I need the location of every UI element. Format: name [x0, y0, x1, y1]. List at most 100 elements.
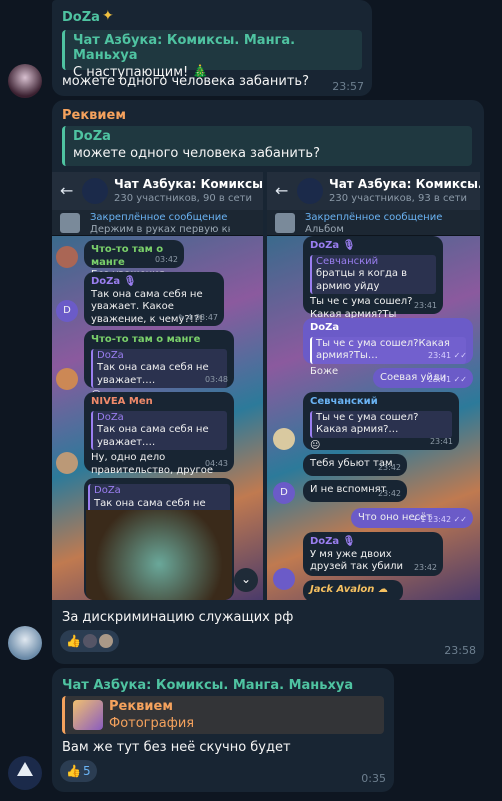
msg-time: 23:42 [413, 563, 437, 572]
image-attachment [86, 510, 232, 600]
msg-text: У мя уже двоих друзей так убили [310, 548, 403, 573]
quote-author: DoZa [94, 485, 121, 496]
photo-thumbnail [73, 700, 103, 730]
chat-subtitle: 230 участников, 90 в сети [114, 193, 252, 204]
pin-thumbnail [60, 213, 80, 233]
reply-text: можете одного человека забанить? [73, 146, 320, 161]
avatar[interactable] [8, 626, 42, 660]
msg-time: 03:48 [204, 375, 228, 384]
avatar [56, 368, 78, 390]
chat-message-outgoing: Соевая уйди 23:41 ✓✓ [373, 368, 473, 388]
emoji: 😐 [310, 439, 321, 451]
message-time: 23:58 [444, 644, 476, 657]
message-time: 0:35 [361, 772, 386, 785]
quote-text: Так она сама себя не уважает.… [97, 424, 209, 448]
reply-author: Реквием [109, 699, 173, 714]
avatar [273, 568, 295, 590]
msg-text: И не вспомнят [310, 484, 387, 495]
msg-time: 04:43 [204, 459, 228, 468]
screenshot-right[interactable]: ← Чат Азбука: Комиксы. М… 230 участников… [267, 172, 480, 600]
msg-time: ↩1 23:42 ✓✓ [413, 515, 467, 524]
msg-author: DoZa 🎙 [310, 240, 356, 251]
avatar: D [273, 482, 295, 504]
chat-message: Что-то там о манге DoZa Так она сама себя… [84, 330, 234, 401]
reactor-avatar [82, 634, 97, 648]
avatar: D [56, 300, 78, 322]
msg-time: 23:42 [377, 489, 401, 498]
reply-author: DoZa [73, 129, 111, 144]
chat-message: И не вспомнят 23:42 [303, 480, 407, 502]
message-text: Вам же тут без неё скучно будет [62, 740, 291, 755]
chat-header: ← Чат Азбука: Комиксы. Ма… 230 участнико… [52, 172, 263, 210]
thumbs-up-icon: 👍 [66, 634, 81, 648]
message-text: За дискриминацию служащих рф [62, 610, 294, 625]
pin-thumbnail [275, 213, 295, 233]
quote-text: Так она сама себя не уважает.… [97, 362, 209, 386]
pin-text: Держим в руках первую книгу манг… [90, 224, 230, 235]
quote-author: Севчанский [316, 255, 379, 267]
chat-message: Что-то там о манге Без уважения 03:42 [84, 240, 184, 280]
channel-logo-icon [297, 178, 323, 204]
chat-message: NIVEA Men DoZa Так она сама себя не уважа… [84, 392, 234, 488]
avatar [56, 452, 78, 474]
reaction-thumbs-up[interactable]: 👍 [60, 630, 119, 652]
chat-message: Севчанский Ты че с ума сошел?Какая армия… [303, 392, 459, 451]
reply-quote[interactable]: DoZa можете одного человека забанить? [62, 126, 472, 166]
scroll-down-button[interactable]: ⌄ [234, 568, 258, 592]
message-author[interactable]: Реквием [62, 108, 126, 123]
back-arrow-icon: ← [60, 181, 74, 200]
message-time: 23:57 [332, 80, 364, 93]
pinned-bar: Закреплённое сообщение Держим в руках пе… [52, 210, 263, 236]
reply-quote[interactable]: Реквием Фотография [62, 696, 384, 734]
reactor-avatar [98, 634, 113, 648]
chat-subtitle: 230 участников, 93 в сети [329, 193, 467, 204]
message-text: можете одного человека забанить? [62, 74, 309, 89]
msg-author: Что-то там о манге [91, 334, 201, 345]
pinned-bar: Закреплённое сообщение Альбом [267, 210, 480, 236]
msg-time: ✎ 4 03:47 [178, 313, 218, 322]
quote-title: Чат Азбука: Комиксы. Манга. Маньхуа [73, 33, 296, 63]
screenshot-left[interactable]: ← Чат Азбука: Комиксы. Ма… 230 участнико… [52, 172, 263, 600]
chat-title: Чат Азбука: Комиксы. Ма… [114, 177, 263, 191]
back-arrow-icon: ← [275, 181, 289, 200]
chat-message: DoZa 🎙 У мя уже двоих друзей так убили 2… [303, 532, 443, 576]
msg-author: DoZa 🎙 [310, 536, 356, 547]
msg-time: 23:42 [377, 463, 401, 472]
party-horn-icon: ✦ [102, 8, 114, 24]
chat-message-outgoing: DoZa Ты че с ума сошел?Какая армия?Ты… Б… [303, 318, 473, 377]
msg-author: Jack Avalon ☁ [310, 584, 388, 595]
chat-message: DoZa 🎙 Севчанский братцы я когда в армию … [303, 236, 443, 345]
quote-text: Ты че с ума сошел?Какая армия?… [316, 411, 419, 436]
message-author[interactable]: Чат Азбука: Комиксы. Манга. Маньхуа [62, 678, 353, 693]
msg-time: 03:42 [154, 255, 178, 264]
msg-author: Севчанский [310, 396, 378, 407]
message-bubble: DoZa ✦ Чат Азбука: Комиксы. Манга. Маньх… [52, 0, 372, 96]
thumbs-up-icon: 👍 [66, 764, 81, 778]
quote-text: братцы я когда в армию уйду [316, 268, 408, 292]
reply-text: Фотография [109, 716, 195, 731]
avatar [56, 246, 78, 268]
quote-block[interactable]: Чат Азбука: Комиксы. Манга. Маньхуа С на… [62, 30, 362, 80]
quote-author: DoZa [97, 411, 124, 423]
avatar[interactable] [8, 64, 42, 98]
chat-header: ← Чат Азбука: Комиксы. М… 230 участников… [267, 172, 480, 210]
pin-label: Закреплённое сообщение [90, 212, 228, 223]
chat-message: Jack Avalon ☁ [303, 580, 403, 600]
channel-logo-icon [82, 178, 108, 204]
chat-message: DoZa 🎙 Так она сама себя не уважает. Как… [84, 272, 224, 326]
msg-text: Боже [310, 365, 339, 377]
pin-label: Закреплённое сообщение [305, 212, 443, 223]
quote-author: DoZa [97, 349, 124, 361]
msg-time: 23:41 ✓✓ [427, 375, 467, 384]
msg-time: 23:41 ✓✓ [427, 351, 467, 360]
reaction-thumbs-up[interactable]: 👍 5 [60, 760, 97, 782]
msg-author: DoZa [310, 322, 340, 333]
msg-time: 23:41 [413, 301, 437, 310]
chat-message: DoZaТак она сама себя не уважа… [84, 478, 234, 600]
reaction-count: 5 [82, 764, 91, 778]
msg-author: DoZa 🎙 [91, 276, 137, 287]
msg-time: 23:41 [429, 437, 453, 446]
channel-avatar[interactable] [8, 756, 42, 790]
message-author[interactable]: DoZa [62, 10, 100, 25]
pin-text: Альбом [305, 224, 344, 235]
